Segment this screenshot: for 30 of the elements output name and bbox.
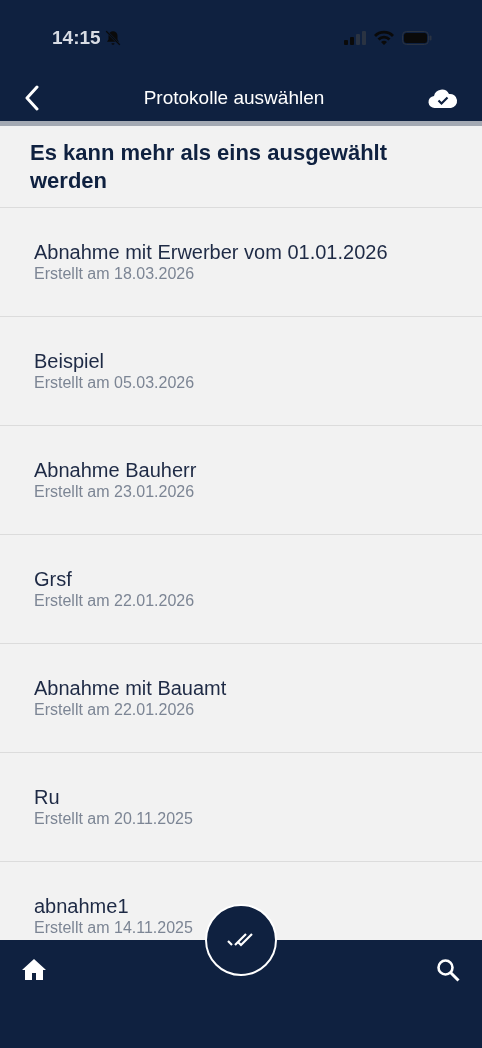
- protocol-date: Erstellt am 22.01.2026: [34, 700, 195, 720]
- protocol-title: Beispiel: [34, 349, 105, 373]
- protocol-list-item[interactable]: Abnahme mit Bauamt Erstellt am 22.01.2026: [0, 644, 482, 753]
- protocol-list-item[interactable]: Ru Erstellt am 20.11.2025: [0, 753, 482, 862]
- battery-icon: [402, 30, 432, 45]
- protocol-title: abnahme1: [34, 894, 129, 918]
- protocol-list-item[interactable]: Abnahme mit Erwerber vom 01.01.2026 Erstellt am 18.03.2026: [0, 208, 482, 317]
- protocol-list-item[interactable]: Grsf Erstellt am 22.01.2026: [0, 535, 482, 644]
- protocol-title: Abnahme Bauherr: [34, 458, 197, 482]
- protocol-date: Erstellt am 18.03.2026: [34, 264, 195, 284]
- protocol-title: Abnahme mit Erwerber vom 01.01.2026: [34, 240, 388, 264]
- screen-title: Protokolle auswählen: [143, 87, 325, 109]
- protocol-date: Erstellt am 20.11.2025: [34, 809, 193, 829]
- protocol-title: Abnahme mit Bauamt: [34, 676, 227, 700]
- protocol-date: Erstellt am 23.01.2026: [34, 482, 195, 502]
- search-button[interactable]: [436, 958, 460, 982]
- instruction-heading: Es kann mehr als eins ausgewählt werden: [30, 139, 389, 195]
- protocol-title: Ru: [34, 785, 60, 809]
- protocol-date: Erstellt am 05.03.2026: [34, 373, 195, 393]
- protocol-list-item[interactable]: Abnahme Bauherr Erstellt am 23.01.2026: [0, 426, 482, 535]
- home-button[interactable]: [22, 958, 46, 980]
- protocol-title: Grsf: [34, 567, 72, 591]
- protocol-list-item[interactable]: Beispiel Erstellt am 05.03.2026: [0, 317, 482, 426]
- wifi-icon: [374, 30, 394, 45]
- signal-icon: [344, 30, 366, 45]
- cloud-check-button[interactable]: [428, 87, 458, 109]
- protocol-date: Erstellt am 14.11.2025: [34, 918, 193, 938]
- protocol-date: Erstellt am 22.01.2026: [34, 591, 195, 611]
- back-button[interactable]: [24, 85, 40, 111]
- status-time: 14:15: [52, 26, 101, 49]
